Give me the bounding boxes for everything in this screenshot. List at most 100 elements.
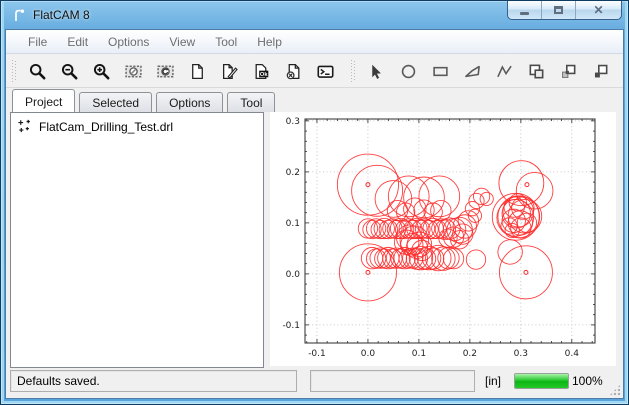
polygon-tool-button[interactable] xyxy=(458,57,486,85)
drill-circle xyxy=(363,220,381,238)
path-tool-icon xyxy=(496,63,513,80)
y-tick-label: -0.1 xyxy=(282,321,300,331)
minimize-button[interactable] xyxy=(508,1,542,19)
save-ok-icon: Ok xyxy=(253,63,270,80)
shell-icon xyxy=(317,63,334,80)
menu-item-tool[interactable]: Tool xyxy=(205,32,247,52)
menu-item-view[interactable]: View xyxy=(159,32,205,52)
axes-box xyxy=(305,119,595,343)
menu-item-file[interactable]: File xyxy=(18,32,57,52)
toolbar-right-group xyxy=(360,57,616,85)
edit-file-button[interactable] xyxy=(215,57,243,85)
resize-grip-icon[interactable] xyxy=(609,384,621,396)
tab-bar: ProjectSelectedOptionsTool xyxy=(12,90,279,112)
svg-text:Ok: Ok xyxy=(259,71,267,77)
drill-center-dot xyxy=(524,270,528,274)
status-secondary-panel xyxy=(310,370,475,392)
path-tool-button[interactable] xyxy=(490,57,518,85)
status-message: Defaults saved. xyxy=(17,374,100,388)
project-tree-panel[interactable]: FlatCam_Drilling_Test.drl xyxy=(10,112,264,368)
move-tool-icon xyxy=(560,63,577,80)
status-bar: Defaults saved. [in] 100% xyxy=(6,366,623,398)
replot-button[interactable] xyxy=(151,57,179,85)
zoom-out-button[interactable] xyxy=(55,57,83,85)
client-area: FileEditOptionsViewToolHelp Ok ProjectSe… xyxy=(5,29,624,399)
toolbar-grip[interactable] xyxy=(12,60,16,82)
copy-tool-icon xyxy=(528,63,545,80)
shell-button[interactable] xyxy=(311,57,339,85)
drill-object-icon xyxy=(17,119,32,134)
close-icon: ✕ xyxy=(593,4,603,16)
menu-item-edit[interactable]: Edit xyxy=(57,32,98,52)
y-tick-label: 0.1 xyxy=(286,219,300,229)
delete-file-button[interactable] xyxy=(279,57,307,85)
tab-tool[interactable]: Tool xyxy=(227,92,275,112)
x-tick-label: 0.3 xyxy=(514,349,528,359)
drill-circle xyxy=(443,248,463,268)
move-tool-button[interactable] xyxy=(554,57,582,85)
tree-item[interactable]: FlatCam_Drilling_Test.drl xyxy=(11,113,263,136)
duplicate-tool-button[interactable] xyxy=(586,57,614,85)
circle-tool-button[interactable] xyxy=(394,57,422,85)
maximize-button[interactable] xyxy=(542,1,576,19)
clear-plot-button[interactable] xyxy=(119,57,147,85)
zoom-fit-button[interactable] xyxy=(23,57,51,85)
tab-project[interactable]: Project xyxy=(12,89,75,112)
rectangle-tool-icon xyxy=(432,63,449,80)
drill-circle xyxy=(480,192,493,205)
y-tick-label: 0.3 xyxy=(286,117,300,127)
drill-circle xyxy=(499,246,552,299)
progress-bar xyxy=(514,373,569,389)
circle-tool-icon xyxy=(400,63,417,80)
progress-percent: 100% xyxy=(572,370,603,392)
progress-fill xyxy=(515,374,568,388)
drill-circle xyxy=(469,193,484,208)
plot-canvas[interactable]: -0.10.00.10.20.30.4-0.10.00.10.20.3 xyxy=(270,112,616,368)
replot-icon xyxy=(157,63,174,80)
drill-circle xyxy=(473,188,489,204)
save-ok-button[interactable]: Ok xyxy=(247,57,275,85)
tab-options[interactable]: Options xyxy=(156,92,223,112)
zoom-out-icon xyxy=(61,63,78,80)
status-message-panel: Defaults saved. xyxy=(10,370,297,392)
menu-item-options[interactable]: Options xyxy=(98,32,159,52)
edit-file-icon xyxy=(221,63,238,80)
new-file-icon xyxy=(189,63,206,80)
drill-plot: -0.10.00.10.20.30.4-0.10.00.10.20.3 xyxy=(270,112,616,368)
close-button[interactable]: ✕ xyxy=(576,1,621,19)
polygon-tool-icon xyxy=(464,63,481,80)
duplicate-tool-icon xyxy=(592,63,609,80)
minimize-icon xyxy=(520,12,529,15)
y-tick-label: 0.2 xyxy=(286,168,300,178)
drill-circle xyxy=(375,181,412,218)
menu-bar: FileEditOptionsViewToolHelp xyxy=(6,30,623,54)
maximize-icon xyxy=(554,6,563,14)
menu-item-help[interactable]: Help xyxy=(247,32,292,52)
copy-tool-button[interactable] xyxy=(522,57,550,85)
zoom-in-button[interactable] xyxy=(87,57,115,85)
x-tick-label: -0.1 xyxy=(308,349,326,359)
y-tick-label: 0.0 xyxy=(286,270,301,280)
toolbar-grip-2[interactable] xyxy=(351,60,355,82)
toolbar-left-group: Ok xyxy=(21,57,341,85)
drill-circle xyxy=(466,250,485,269)
window-title: FlatCAM 8 xyxy=(33,8,90,22)
units-indicator[interactable]: [in] xyxy=(485,370,501,392)
delete-file-icon xyxy=(285,63,302,80)
drill-center-dot xyxy=(525,183,529,187)
zoom-fit-icon xyxy=(29,63,46,80)
app-logo-icon xyxy=(11,7,27,23)
x-tick-label: 0.2 xyxy=(463,349,477,359)
window-controls: ✕ xyxy=(507,1,622,20)
new-file-button[interactable] xyxy=(183,57,211,85)
x-tick-label: 0.1 xyxy=(412,349,426,359)
x-tick-label: 0.4 xyxy=(565,349,580,359)
clear-plot-icon xyxy=(125,63,142,80)
toolbar: Ok xyxy=(6,55,623,88)
select-arrow-button[interactable] xyxy=(362,57,390,85)
title-bar[interactable]: FlatCAM 8 ✕ xyxy=(1,1,628,29)
select-arrow-icon xyxy=(368,63,385,80)
tab-selected[interactable]: Selected xyxy=(79,92,152,112)
drill-circle xyxy=(498,240,522,264)
rectangle-tool-button[interactable] xyxy=(426,57,454,85)
